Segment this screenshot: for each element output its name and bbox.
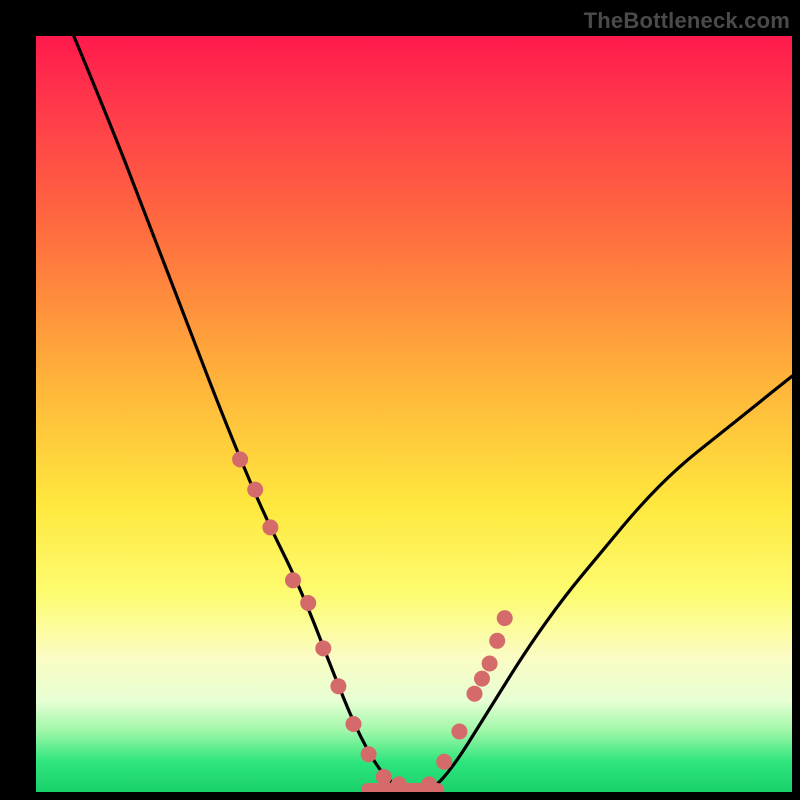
bottleneck-curve-path [74,36,792,792]
marker-point [474,671,490,687]
marker-flat-strip [361,783,444,792]
marker-point [247,482,263,498]
marker-point [262,519,278,535]
chart-frame: TheBottleneck.com [0,0,800,800]
marker-point [467,686,483,702]
marker-point [497,610,513,626]
marker-point [482,656,498,672]
marker-point [346,716,362,732]
marker-point [285,572,301,588]
marker-point [315,640,331,656]
marker-point [451,724,467,740]
marker-point [330,678,346,694]
chart-svg [36,36,792,792]
plot-area [36,36,792,792]
marker-point [376,769,392,785]
marker-point [489,633,505,649]
marker-point [300,595,316,611]
marker-point [361,746,377,762]
marker-point [232,451,248,467]
marker-point [436,754,452,770]
watermark-text: TheBottleneck.com [584,8,790,34]
